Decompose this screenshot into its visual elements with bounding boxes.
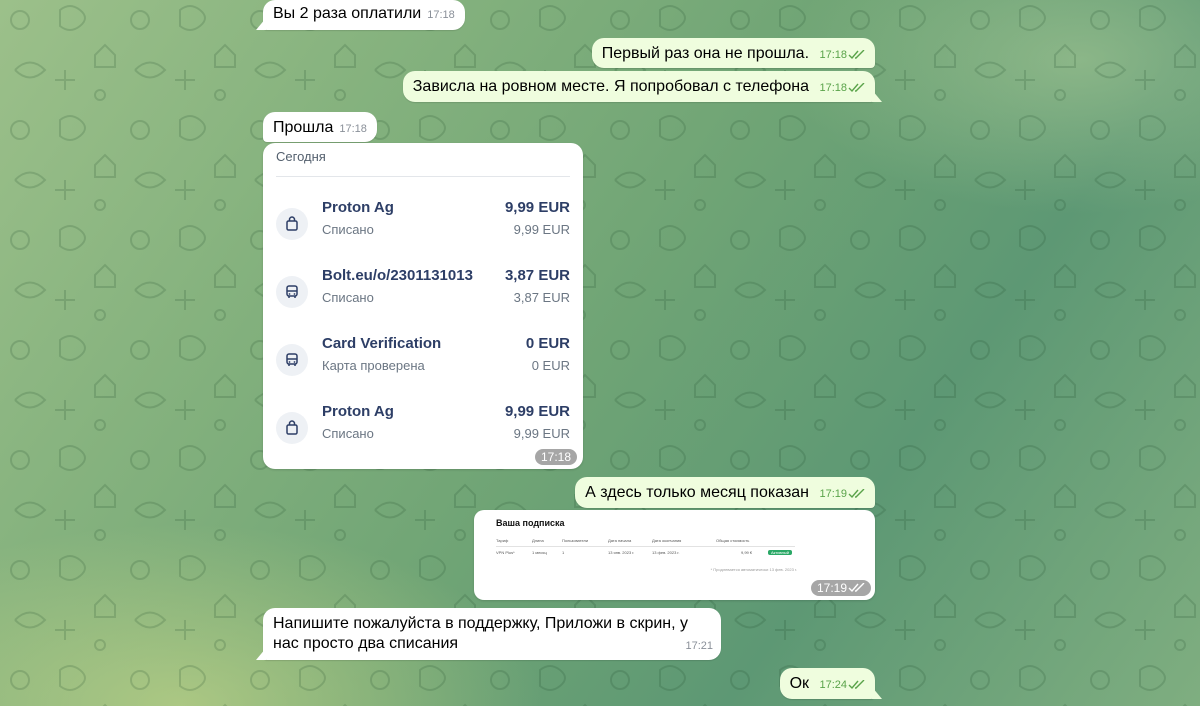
column-header: Общая стоимость bbox=[716, 538, 750, 543]
message-text: Напишите пожалуйста в поддержку, Приложи… bbox=[273, 615, 689, 652]
message-time: 17:21 bbox=[685, 640, 713, 652]
message-outgoing[interactable]: Ок 17:24 bbox=[779, 668, 875, 699]
transaction-amount: 3,87 EUR bbox=[504, 267, 570, 284]
transaction-row: Proton Ag Списано 9,99 EUR 9,99 EUR bbox=[276, 199, 570, 249]
transaction-amount: 9,99 EUR bbox=[504, 199, 570, 216]
payments-screenshot-message[interactable]: Сегодня Proton Ag Списано 9,99 EUR 9,99 … bbox=[263, 143, 583, 469]
message-incoming[interactable]: Прошла 17:18 bbox=[263, 112, 377, 142]
status-badge: Активный bbox=[768, 550, 792, 555]
read-check-icon bbox=[848, 83, 865, 93]
message-text: Прошла bbox=[273, 119, 334, 136]
transaction-row: Card Verification Карта проверена 0 EUR … bbox=[276, 335, 570, 385]
column-header: Тариф bbox=[496, 538, 509, 543]
message-outgoing[interactable]: Зависла на ровном месте. Я попробовал с … bbox=[402, 71, 875, 102]
message-text: Ок bbox=[789, 675, 810, 692]
transaction-name: Bolt.eu/o/2301131013 bbox=[322, 267, 473, 284]
bus-icon bbox=[276, 344, 308, 376]
message-incoming[interactable]: Вы 2 раза оплатили 17:18 bbox=[263, 0, 465, 30]
transaction-name: Proton Ag bbox=[322, 199, 394, 216]
transaction-amount: 9,99 EUR bbox=[504, 403, 570, 420]
message-text: Первый раз она не прошла. bbox=[601, 45, 810, 62]
message-text: Зависла на ровном месте. Я попробовал с … bbox=[412, 78, 810, 95]
subscription-title: Ваша подписка bbox=[496, 518, 565, 528]
column-header: Дата окончания bbox=[652, 538, 682, 543]
transaction-amount-sub: 3,87 EUR bbox=[513, 290, 570, 305]
read-check-icon bbox=[848, 583, 865, 593]
read-check-icon bbox=[848, 489, 865, 499]
message-time: 17:18 bbox=[819, 49, 847, 61]
transaction-status: Списано bbox=[322, 222, 374, 237]
transaction-amount-sub: 9,99 EUR bbox=[513, 222, 570, 237]
transaction-row: Proton Ag Списано 9,99 EUR 9,99 EUR bbox=[276, 403, 570, 453]
message-time: 17:19 bbox=[819, 488, 847, 500]
divider bbox=[496, 546, 795, 547]
read-check-icon bbox=[848, 50, 865, 60]
table-cell: 1 месяц bbox=[532, 550, 547, 555]
shopping-bag-icon bbox=[276, 412, 308, 444]
transaction-name: Proton Ag bbox=[322, 403, 394, 420]
divider bbox=[276, 176, 570, 177]
transaction-status: Списано bbox=[322, 426, 374, 441]
transaction-amount-sub: 9,99 EUR bbox=[513, 426, 570, 441]
doodle-pattern bbox=[0, 0, 1200, 706]
read-check-icon bbox=[848, 680, 865, 690]
column-header: Пользователи bbox=[562, 538, 589, 543]
table-cell: 13 фев. 2023 г. bbox=[652, 550, 680, 555]
shopping-bag-icon bbox=[276, 208, 308, 240]
column-header: Дата начала bbox=[608, 538, 632, 543]
transaction-row: Bolt.eu/o/2301131013 Списано 3,87 EUR 3,… bbox=[276, 267, 570, 317]
subscription-note: * Продлевается автоматически 13 фев. 202… bbox=[710, 567, 797, 572]
transaction-name: Card Verification bbox=[322, 335, 442, 352]
message-text: Вы 2 раза оплатили bbox=[273, 5, 422, 22]
transaction-amount-sub: 0 EUR bbox=[531, 358, 570, 373]
message-text: А здесь только месяц показан bbox=[585, 484, 810, 501]
message-time-overlay: 17:19 bbox=[810, 580, 871, 596]
column-header: Длина bbox=[532, 538, 544, 543]
message-outgoing[interactable]: А здесь только месяц показан 17:19 bbox=[575, 477, 875, 508]
message-incoming[interactable]: Напишите пожалуйста в поддержку, Приложи… bbox=[263, 608, 721, 660]
message-time: 17:18 bbox=[427, 9, 455, 21]
subscription-screenshot-message[interactable]: Ваша подписка Тариф Длина Пользователи Д… bbox=[474, 510, 875, 600]
table-cell: 9,99 € bbox=[741, 550, 753, 555]
message-time: 17:18 bbox=[534, 449, 577, 465]
card-header: Сегодня bbox=[276, 149, 326, 164]
table-cell: 13 янв. 2023 г. bbox=[608, 550, 635, 555]
message-time: 17:24 bbox=[819, 679, 847, 691]
bus-icon bbox=[276, 276, 308, 308]
transaction-amount: 0 EUR bbox=[525, 335, 570, 352]
message-outgoing[interactable]: Первый раз она не прошла. 17:18 bbox=[591, 38, 875, 68]
transaction-status: Карта проверена bbox=[322, 358, 425, 373]
message-time: 17:18 bbox=[339, 123, 367, 135]
chat-background bbox=[0, 0, 1200, 706]
transaction-status: Списано bbox=[322, 290, 374, 305]
table-cell: VPN Plus* bbox=[496, 550, 515, 555]
message-time: 17:18 bbox=[819, 82, 847, 94]
message-time: 17:19 bbox=[816, 581, 847, 595]
table-cell: 1 bbox=[562, 550, 565, 555]
